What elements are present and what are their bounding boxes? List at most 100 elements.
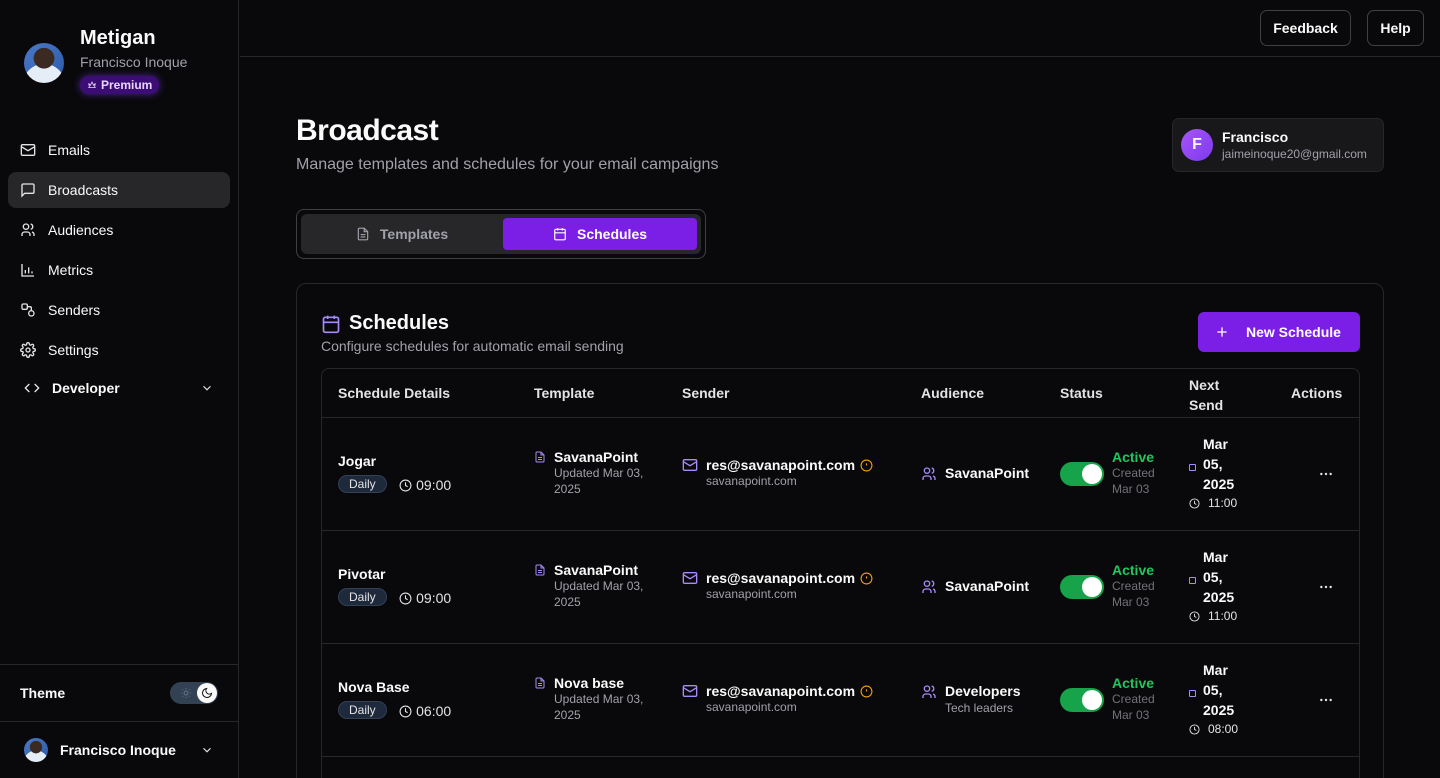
table-row[interactable]: Pivotar Daily 09:00 SavanaPoint Updated … <box>322 531 1359 644</box>
next-send-time-value: 08:00 <box>1208 722 1239 736</box>
next-send-time-value: 11:00 <box>1208 609 1238 623</box>
sender-email-text: res@savanapoint.com <box>706 457 856 473</box>
status-cell: Active Created Mar 03 <box>1112 449 1162 497</box>
warning-icon[interactable] <box>860 459 873 472</box>
help-button[interactable]: Help <box>1367 10 1424 46</box>
sidebar-item-label: Senders <box>48 302 101 318</box>
users-icon <box>21 223 35 236</box>
frequency-badge: Daily <box>338 475 387 493</box>
th-audience[interactable]: Audience <box>921 385 984 401</box>
row-actions-button[interactable] <box>1318 579 1334 595</box>
tab-templates[interactable]: Templates <box>305 218 499 250</box>
file-text-icon <box>357 227 369 241</box>
file-text-icon <box>535 564 545 576</box>
user-card-email: jaimeinoque20@gmail.com <box>1222 147 1367 161</box>
page-title: Broadcast <box>296 114 439 147</box>
workspace-profile[interactable]: Metigan Francisco Inoque Premium <box>24 26 187 95</box>
card-title-text: Schedules <box>349 312 450 334</box>
theme-label: Theme <box>20 685 66 701</box>
mail-icon <box>20 144 36 156</box>
feedback-button[interactable]: Feedback <box>1260 10 1351 46</box>
file-text-icon <box>535 677 545 689</box>
next-send-cell: Mar 05, 2025 11:00 <box>1189 547 1238 623</box>
template-updated: Updated Mar 03, 2025 <box>554 692 644 722</box>
sidebar-item-audiences[interactable]: Audiences <box>8 212 230 248</box>
next-send-year: 2025 <box>1203 476 1235 492</box>
th-next-send[interactable]: Next Send <box>1189 375 1223 415</box>
sidebar-nav: Emails Broadcasts Audiences Metrics Send… <box>8 132 230 372</box>
theme-toggle[interactable] <box>170 682 218 704</box>
user-card[interactable]: F Francisco jaimeinoque20@gmail.com <box>1172 118 1384 172</box>
th-next-2: Send <box>1189 397 1224 413</box>
sidebar-item-senders[interactable]: Senders <box>8 292 230 328</box>
schedules-table: Schedule Details Template Sender Audienc… <box>321 368 1360 778</box>
sender-domain: savanapoint.com <box>706 587 797 601</box>
next-send-date-lines: Mar 05, 2025 <box>1203 547 1234 607</box>
schedule-name: Nova Base <box>338 679 410 695</box>
schedule-time-value: 09:00 <box>416 590 452 606</box>
senders-icon <box>21 303 35 317</box>
th-status[interactable]: Status <box>1060 385 1103 401</box>
sidebar-item-emails[interactable]: Emails <box>8 132 230 168</box>
card-title: Schedules <box>321 312 449 335</box>
template-cell: SavanaPoint Updated Mar 03, 2025 <box>535 562 664 610</box>
users-icon <box>922 580 936 593</box>
gear-icon <box>20 342 36 358</box>
calendar-icon <box>322 315 340 333</box>
next-send-date: Mar 05, 2025 <box>1189 547 1237 607</box>
audience-text: Developers Tech leaders <box>945 683 1020 715</box>
code-icon <box>24 383 40 393</box>
footer-user-menu[interactable]: Francisco Inoque <box>24 738 214 762</box>
schedule-details-cell: Pivotar Daily 09:00 <box>338 566 451 606</box>
new-schedule-button[interactable]: New Schedule <box>1198 312 1360 352</box>
status-toggle[interactable] <box>1060 575 1104 599</box>
footer-user-name: Francisco Inoque <box>60 742 176 758</box>
template-name-text: Nova base <box>554 675 625 691</box>
schedule-time-value: 09:00 <box>416 477 452 493</box>
new-schedule-label: New Schedule <box>1246 324 1341 340</box>
tab-schedules[interactable]: Schedules <box>503 218 697 250</box>
row-actions-button[interactable] <box>1318 466 1334 482</box>
mail-icon <box>682 459 698 471</box>
audience-name: SavanaPoint <box>945 465 1030 481</box>
app-root: Metigan Francisco Inoque Premium Emails … <box>0 0 1440 778</box>
audience-name: SavanaPoint <box>945 578 1030 594</box>
sidebar-item-metrics[interactable]: Metrics <box>8 252 230 288</box>
audience-name: Developers <box>945 683 1021 699</box>
sidebar-item-settings[interactable]: Settings <box>8 332 230 368</box>
sidebar-item-label: Broadcasts <box>48 182 119 198</box>
next-send-date-lines: Mar 05, 2025 <box>1203 660 1234 720</box>
tab-label: Schedules <box>576 226 648 242</box>
schedule-name: Pivotar <box>338 566 386 582</box>
table-row[interactable]: Jogar Daily 09:00 SavanaPoint Updated Ma… <box>322 418 1359 531</box>
row-actions-button[interactable] <box>1318 692 1334 708</box>
table-row[interactable]: Nova Base Daily 06:00 Nova base Updated … <box>322 644 1359 757</box>
th-actions: Actions <box>1291 385 1343 401</box>
sidebar-item-broadcasts[interactable]: Broadcasts <box>8 172 230 208</box>
template-updated: Updated Mar 03, 2025 <box>554 466 644 496</box>
next-send-date: Mar 05, 2025 <box>1189 660 1238 720</box>
status-cell: Active Created Mar 03 <box>1112 562 1162 610</box>
tab-label: Templates <box>379 226 449 242</box>
audience-text: SavanaPoint <box>945 465 1029 481</box>
next-send-date-lines: Mar 05, 2025 <box>1203 434 1234 494</box>
th-schedule-details[interactable]: Schedule Details <box>338 385 450 401</box>
sidebar-item-developer[interactable]: Developer <box>24 380 214 396</box>
status-toggle[interactable] <box>1060 462 1104 486</box>
th-template[interactable]: Template <box>534 385 594 401</box>
sender-email: res@savanapoint.com <box>682 457 873 473</box>
next-send-day: 05, <box>1203 456 1223 472</box>
th-sender[interactable]: Sender <box>682 385 729 401</box>
warning-icon[interactable] <box>860 685 873 698</box>
status-text: Active <box>1112 562 1155 578</box>
premium-label: Premium <box>101 78 153 92</box>
sun-icon <box>181 688 191 698</box>
sender-email-text: res@savanapoint.com <box>706 683 856 699</box>
status-toggle[interactable] <box>1060 688 1104 712</box>
theme-toggle-knob <box>197 683 217 703</box>
table-header: Schedule Details Template Sender Audienc… <box>322 369 1359 418</box>
template-name-text: SavanaPoint <box>554 562 639 578</box>
warning-icon[interactable] <box>860 572 873 585</box>
schedules-card: Schedules Configure schedules for automa… <box>296 283 1384 778</box>
schedule-time: 06:00 <box>399 703 451 719</box>
